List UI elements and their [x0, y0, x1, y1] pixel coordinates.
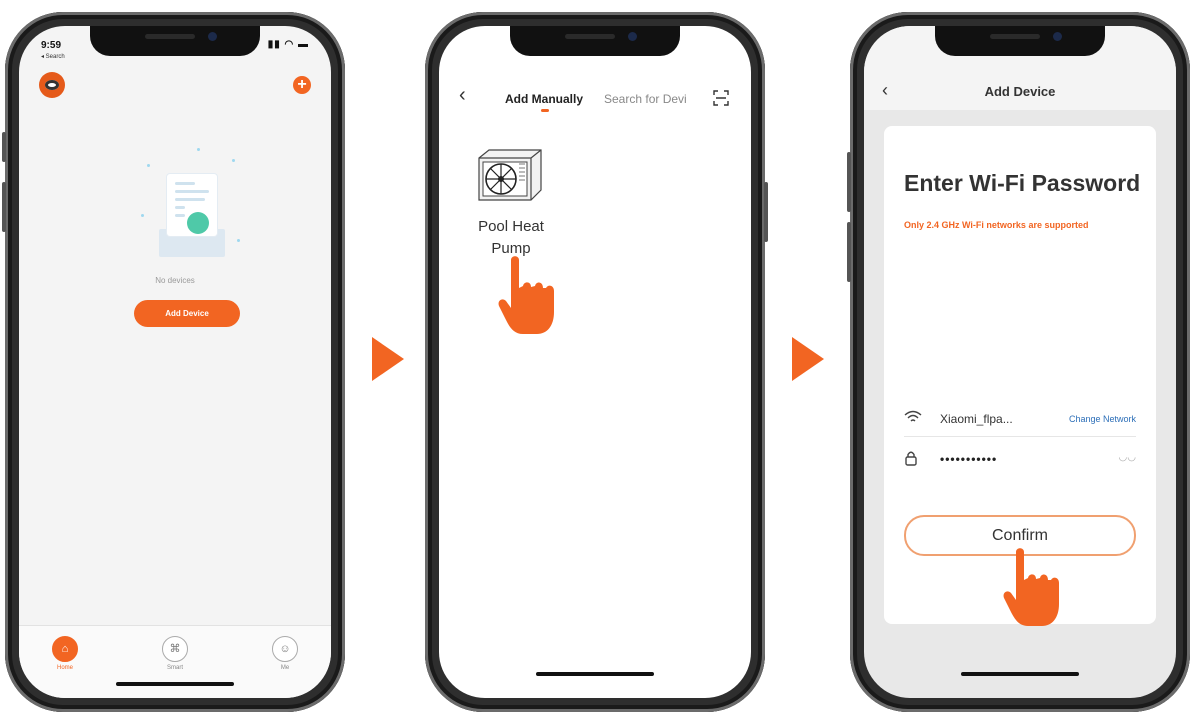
phone-wifi-password-screen: ‹ Add Device Enter Wi-Fi Password Only 2… [847, 12, 1190, 712]
password-field[interactable]: ••••••••••• [940, 452, 997, 466]
page-title: Enter Wi-Fi Password [904, 170, 1141, 196]
side-button [2, 182, 6, 232]
notch [90, 26, 260, 56]
screen: ‹ Add Device Enter Wi-Fi Password Only 2… [864, 26, 1176, 698]
wifi-card: Enter Wi-Fi Password Only 2.4 GHz Wi-Fi … [884, 126, 1156, 626]
heat-pump-icon[interactable] [475, 146, 545, 204]
status-back-link[interactable]: ◂ Search [41, 53, 65, 60]
wifi-note: Only 2.4 GHz Wi-Fi networks are supporte… [904, 220, 1089, 230]
pointing-hand-icon [1003, 548, 1059, 626]
empty-state-illustration [137, 144, 247, 264]
home-indicator [536, 672, 654, 676]
step-arrow-icon [372, 337, 404, 381]
step-arrow-icon [792, 337, 824, 381]
change-network-link[interactable]: Change Network [1069, 414, 1136, 424]
side-button [2, 132, 6, 162]
home-icon: ⌂ [52, 636, 78, 662]
tab-bar: ⌂ Home ⌘ Smart ☺ Me [19, 625, 331, 698]
back-chevron-icon[interactable]: ‹ [459, 84, 466, 107]
eye-icon[interactable]: ◡◡ [1119, 452, 1136, 463]
screen: ‹ Add Manually Search for Devi Pool Heat… [439, 26, 751, 698]
tab-label: Me [280, 665, 290, 671]
scan-icon[interactable] [713, 90, 729, 106]
wifi-icon [904, 410, 922, 428]
active-tab-indicator [541, 109, 549, 112]
avatar[interactable] [39, 72, 65, 98]
phone-add-manually-screen: ‹ Add Manually Search for Devi Pool Heat… [425, 12, 768, 712]
network-row: Xiaomi_flpa... Change Network [904, 406, 1136, 437]
phone-home-screen: 9:59 ◂ Search ▮▮ ◠ ▬ + No devices Add De… [2, 12, 345, 712]
status-icons: ▮▮ ◠ ▬ [267, 39, 309, 50]
tab-label: Home [56, 665, 73, 671]
tab-smart[interactable]: ⌘ Smart [145, 636, 205, 671]
password-row[interactable]: ••••••••••• ◡◡ [904, 446, 1136, 476]
tab-search-for-devices[interactable]: Search for Devi [604, 92, 700, 106]
notch [935, 26, 1105, 56]
status-time: 9:59 [41, 40, 62, 51]
no-devices-text: No devices [155, 276, 195, 285]
smart-icon: ⌘ [162, 636, 188, 662]
screen: 9:59 ◂ Search ▮▮ ◠ ▬ + No devices Add De… [19, 26, 331, 698]
lock-icon [904, 450, 918, 470]
tab-home[interactable]: ⌂ Home [35, 636, 95, 671]
notch [510, 26, 680, 56]
side-button [847, 152, 851, 212]
network-name: Xiaomi_flpa... [940, 412, 1013, 426]
side-button [764, 182, 768, 242]
home-indicator [961, 672, 1079, 676]
nav-title: Add Device [984, 84, 1056, 99]
add-plus-button[interactable]: + [293, 76, 311, 94]
pointing-hand-icon [498, 256, 554, 334]
side-button [847, 222, 851, 282]
add-device-button[interactable]: Add Device [134, 300, 240, 327]
tab-me[interactable]: ☺ Me [255, 636, 315, 671]
tab-add-manually[interactable]: Add Manually [505, 92, 583, 106]
home-indicator [116, 682, 234, 686]
tab-label: Smart [166, 665, 183, 671]
me-icon: ☺ [272, 636, 298, 662]
